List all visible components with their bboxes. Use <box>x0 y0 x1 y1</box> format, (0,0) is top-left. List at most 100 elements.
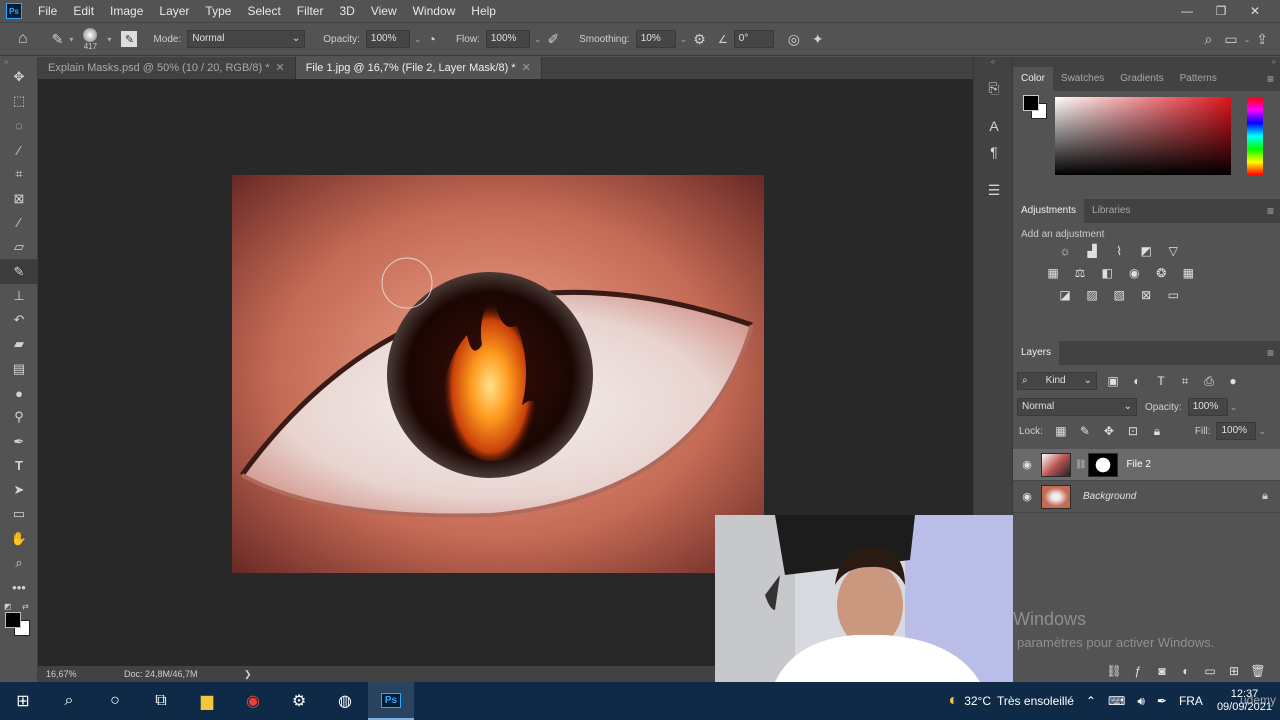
weather-description[interactable]: Très ensoleillé <box>997 694 1074 708</box>
network-icon[interactable]: ⌨ <box>1108 694 1125 708</box>
chrome-icon[interactable]: ◉ <box>230 682 276 720</box>
invert-icon[interactable]: ◪ <box>1057 288 1073 302</box>
tab-file-1[interactable]: File 1.jpg @ 16,7% (File 2, Layer Mask/8… <box>295 57 542 79</box>
menu-image[interactable]: Image <box>102 0 151 22</box>
pressure-size-icon[interactable]: ◎ <box>788 31 800 48</box>
vibrance-icon[interactable]: ▽ <box>1165 244 1181 258</box>
status-menu-icon[interactable]: ❯ <box>244 669 252 680</box>
chevron-down-icon[interactable]: ▾ <box>69 35 73 44</box>
paragraph-panel-icon[interactable]: ¶ <box>974 139 1014 165</box>
fill-field[interactable]: 100% <box>1216 422 1257 440</box>
visibility-eye-icon[interactable]: ◉ <box>1013 490 1041 503</box>
exposure-icon[interactable]: ◩ <box>1138 244 1154 258</box>
hue-saturation-icon[interactable]: ▦ <box>1045 266 1061 280</box>
menu-help[interactable]: Help <box>463 0 504 22</box>
new-layer-icon[interactable]: ⊞ <box>1226 664 1242 678</box>
chain-link-icon[interactable]: ⛓ <box>1075 459 1086 470</box>
chevron-up-icon[interactable]: ⌃ <box>1086 694 1096 708</box>
lock-position-icon[interactable]: ✥ <box>1101 424 1117 438</box>
chevron-down-icon[interactable]: ⌄ <box>534 34 542 45</box>
tab-color[interactable]: Color <box>1013 67 1053 91</box>
history-brush-tool-icon[interactable]: ↶ <box>0 308 38 332</box>
gear-icon[interactable]: ⚙ <box>693 31 706 48</box>
cortana-icon[interactable]: ○ <box>92 682 138 720</box>
blur-tool-icon[interactable]: ● <box>0 381 38 405</box>
tab-explain-masks[interactable]: Explain Masks.psd @ 50% (10 / 20, RGB/8)… <box>38 57 296 79</box>
blend-mode-select[interactable]: Normal ⌄ <box>1017 398 1137 416</box>
brush-settings-icon[interactable]: ✎ <box>121 31 138 47</box>
rectangle-tool-icon[interactable]: ▭ <box>0 502 38 526</box>
character-panel-icon[interactable]: A <box>974 113 1014 139</box>
quick-select-tool-icon[interactable]: ⁄ <box>0 138 38 162</box>
collapse-panels-icon[interactable]: » <box>1013 57 1280 67</box>
settings-gear-icon[interactable]: ⚙ <box>276 682 322 720</box>
visibility-eye-icon[interactable]: ◉ <box>1013 458 1041 471</box>
workspace-icon[interactable]: ▭ <box>1224 31 1237 48</box>
add-mask-icon[interactable]: ◙ <box>1154 664 1170 678</box>
photoshop-taskbar-icon[interactable]: Ps <box>368 682 414 720</box>
healing-brush-tool-icon[interactable]: ▱ <box>0 235 38 259</box>
foreground-color-chip[interactable] <box>1023 95 1039 111</box>
panel-menu-icon[interactable]: ≡ <box>1267 72 1274 86</box>
panel-menu-icon[interactable]: ≡ <box>1267 204 1274 218</box>
filter-smart-icon[interactable]: ⎙ <box>1201 374 1217 388</box>
layer-row-file-2[interactable]: ◉ ⛓ File 2 <box>1013 449 1280 481</box>
symmetry-icon[interactable]: ✦ <box>812 31 824 48</box>
filter-toggle-icon[interactable]: ● <box>1225 374 1241 388</box>
menu-type[interactable]: Type <box>197 0 239 22</box>
collapse-strip-icon[interactable]: « <box>974 57 1012 75</box>
lock-pixels-icon[interactable]: ✎ <box>1077 424 1093 438</box>
filter-adjustment-icon[interactable]: ◐ <box>1129 374 1145 388</box>
menu-select[interactable]: Select <box>239 0 288 22</box>
menu-filter[interactable]: Filter <box>289 0 332 22</box>
more-tools-icon[interactable]: ••• <box>0 575 38 599</box>
pen-icon[interactable]: ✒ <box>1157 694 1167 708</box>
file-explorer-icon[interactable]: ▆ <box>184 682 230 720</box>
chevron-down-icon[interactable]: ⌄ <box>414 34 422 45</box>
restore-button[interactable]: ❐ <box>1204 4 1238 18</box>
default-colors-icon[interactable]: ◩ <box>4 602 12 611</box>
tab-layers[interactable]: Layers <box>1013 341 1060 365</box>
dodge-tool-icon[interactable]: ⚲ <box>0 405 38 429</box>
flow-field[interactable]: 100% <box>485 30 530 48</box>
lock-artboard-icon[interactable]: ⊡ <box>1125 424 1141 438</box>
close-window-button[interactable]: ✕ <box>1238 4 1272 18</box>
tab-adjustments[interactable]: Adjustments <box>1013 199 1085 223</box>
photo-filter-icon[interactable]: ◉ <box>1126 266 1142 280</box>
weather-sun-icon[interactable]: ◐ <box>949 692 959 710</box>
menu-window[interactable]: Window <box>405 0 464 22</box>
share-icon[interactable]: ⇪ <box>1256 31 1268 48</box>
home-icon[interactable]: ⌂ <box>18 30 28 48</box>
layer-opacity-field[interactable]: 100% <box>1187 398 1228 416</box>
filter-pixel-icon[interactable]: ▣ <box>1105 374 1121 388</box>
opacity-field[interactable]: 100% <box>365 30 410 48</box>
levels-icon[interactable]: ▟ <box>1084 244 1100 258</box>
layer-row-background[interactable]: ◉ Background 🔒︎ <box>1013 481 1280 513</box>
crop-tool-icon[interactable]: ⌗ <box>0 162 38 186</box>
lasso-tool-icon[interactable]: ◌ <box>0 114 38 138</box>
layer-name[interactable]: Background <box>1083 491 1136 502</box>
search-icon[interactable]: ⌕ <box>46 682 92 720</box>
hand-tool-icon[interactable]: ✋ <box>0 527 38 551</box>
chevron-down-icon[interactable]: ▾ <box>107 35 111 44</box>
tab-libraries[interactable]: Libraries <box>1084 199 1138 223</box>
mode-select[interactable]: Normal ⌄ <box>187 30 306 48</box>
gradient-tool-icon[interactable]: ▤ <box>0 357 38 381</box>
minimize-button[interactable]: — <box>1170 4 1204 18</box>
pressure-opacity-icon[interactable]: ◔ <box>427 31 435 47</box>
collapse-toolbox-icon[interactable]: » <box>0 57 37 66</box>
path-selection-tool-icon[interactable]: ➤ <box>0 478 38 502</box>
black-white-icon[interactable]: ◧ <box>1099 266 1115 280</box>
search-icon[interactable]: ⌕ <box>1204 31 1212 48</box>
tab-swatches[interactable]: Swatches <box>1053 67 1112 91</box>
volume-icon[interactable]: 🔊︎ <box>1137 694 1145 709</box>
channel-mixer-icon[interactable]: ❂ <box>1153 266 1169 280</box>
chevron-down-icon[interactable]: ⌄ <box>680 34 688 45</box>
tab-patterns[interactable]: Patterns <box>1172 67 1225 91</box>
color-field[interactable] <box>1055 97 1231 175</box>
frame-tool-icon[interactable]: ⊠ <box>0 186 38 210</box>
menu-edit[interactable]: Edit <box>65 0 102 22</box>
panel-menu-icon[interactable]: ≡ <box>1267 346 1274 360</box>
delete-layer-icon[interactable]: 🗑︎ <box>1250 664 1266 678</box>
new-group-icon[interactable]: ▭ <box>1202 664 1218 678</box>
